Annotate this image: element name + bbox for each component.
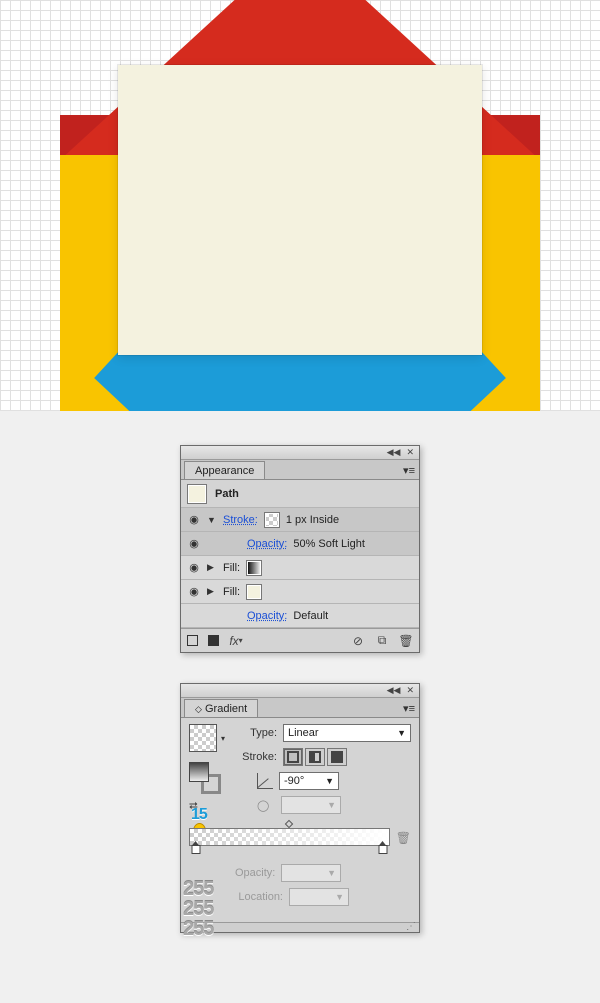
stop-opacity-input: ▼ — [281, 864, 341, 882]
new-fill-icon[interactable] — [208, 635, 219, 646]
appearance-panel: ◀◀ ✕ Appearance ▾≡ Path ◉ ▼ Stroke: 1 px… — [180, 445, 420, 653]
stroke-mode-across[interactable] — [327, 748, 347, 766]
panel-tabs: Appearance ▾≡ — [181, 460, 419, 480]
close-icon[interactable]: ✕ — [406, 685, 414, 696]
duplicate-icon[interactable]: ⧉ — [375, 634, 389, 648]
annotation-opacity-15: 15 — [191, 806, 207, 824]
tab-gradient[interactable]: ◇ Gradient — [184, 699, 258, 717]
target-name: Path — [215, 488, 239, 500]
fill-label: Fill: — [223, 562, 240, 574]
default-opacity-row[interactable]: Opacity: Default — [181, 604, 419, 628]
gradient-slider[interactable] — [189, 828, 390, 846]
stroke-label: Stroke: — [237, 751, 277, 763]
add-effect-icon[interactable]: fx▾ — [229, 634, 243, 648]
gradient-body: ▾ ⮂ Type: Linear▼ — [181, 718, 419, 922]
disclosure-icon[interactable]: ▶ — [207, 562, 217, 573]
collapse-icon[interactable]: ◀◀ — [387, 685, 401, 696]
stroke-gradient-mode — [283, 748, 347, 766]
close-icon[interactable]: ✕ — [406, 447, 414, 458]
stop-location-label: Location: — [235, 891, 283, 903]
visibility-icon[interactable]: ◉ — [187, 585, 201, 598]
gradient-stop-right[interactable] — [378, 845, 387, 854]
fill-row-2[interactable]: ◉ ▶ Fill: — [181, 580, 419, 604]
opacity-value: 50% Soft Light — [293, 538, 365, 550]
panel-topbar: ◀◀ ✕ — [181, 446, 419, 460]
fill-label: Fill: — [223, 586, 240, 598]
angle-input[interactable]: -90°▼ — [279, 772, 339, 790]
gradient-preview[interactable]: ▾ — [189, 724, 217, 752]
appearance-footer: fx▾ ⊘ ⧉ 🗑 — [181, 628, 419, 652]
stroke-mode-along[interactable] — [305, 748, 325, 766]
panel-topbar: ◀◀ ✕ — [181, 684, 419, 698]
opacity-link[interactable]: Opacity: — [247, 610, 287, 622]
collapse-icon[interactable]: ◀◀ — [387, 447, 401, 458]
stroke-swatch[interactable] — [264, 512, 280, 528]
clear-appearance-icon[interactable]: ⊘ — [351, 634, 365, 648]
type-label: Type: — [237, 727, 277, 739]
resize-grip-icon[interactable]: ⋰ — [181, 922, 419, 932]
panel-tabs: ◇ Gradient ▾≡ — [181, 698, 419, 718]
panels-area: ◀◀ ✕ Appearance ▾≡ Path ◉ ▼ Stroke: 1 px… — [0, 411, 600, 1003]
panel-menu-icon[interactable]: ▾≡ — [403, 702, 415, 717]
stop-opacity-label: Opacity: — [235, 867, 275, 879]
aspect-ratio-icon: ◯ — [257, 799, 275, 812]
stop-location-input: ▼ — [289, 888, 349, 906]
new-stroke-icon[interactable] — [187, 635, 198, 646]
panel-menu-icon[interactable]: ▾≡ — [403, 464, 415, 479]
gradient-midpoint[interactable] — [285, 820, 293, 828]
appearance-target-row: Path — [181, 480, 419, 508]
visibility-icon[interactable]: ◉ — [187, 513, 201, 526]
appearance-body: Path ◉ ▼ Stroke: 1 px Inside ◉ Opacity: … — [181, 480, 419, 652]
stroke-value: 1 px Inside — [286, 514, 339, 526]
stroke-opacity-row[interactable]: ◉ Opacity: 50% Soft Light — [181, 532, 419, 556]
delete-stop-icon[interactable]: 🗑 — [396, 831, 411, 845]
fill-swatch-gradient[interactable] — [246, 560, 262, 576]
type-select[interactable]: Linear▼ — [283, 724, 411, 742]
fill-swatch-solid[interactable] — [246, 584, 262, 600]
stroke-link[interactable]: Stroke: — [223, 514, 258, 526]
angle-icon — [257, 773, 273, 789]
tab-appearance[interactable]: Appearance — [184, 461, 265, 479]
opacity-link[interactable]: Opacity: — [247, 538, 287, 550]
target-thumbnail[interactable] — [187, 484, 207, 504]
artboard-canvas — [0, 0, 600, 411]
visibility-icon[interactable]: ◉ — [187, 561, 201, 574]
fill-row-1[interactable]: ◉ ▶ Fill: — [181, 556, 419, 580]
delete-icon[interactable]: 🗑 — [399, 634, 413, 648]
gradient-stop-left[interactable] — [191, 845, 200, 854]
gradient-panel: ◀◀ ✕ ◇ Gradient ▾≡ ▾ ⮂ — [180, 683, 420, 933]
stroke-mode-within[interactable] — [283, 748, 303, 766]
stroke-row[interactable]: ◉ ▼ Stroke: 1 px Inside — [181, 508, 419, 532]
envelope-illustration — [60, 0, 540, 411]
preset-dropdown-icon[interactable]: ▾ — [221, 734, 225, 743]
visibility-icon[interactable]: ◉ — [187, 537, 201, 550]
annotation-255-b: 255 — [183, 918, 213, 941]
fill-stroke-proxy[interactable] — [189, 762, 221, 794]
opacity-value: Default — [293, 610, 328, 622]
disclosure-icon[interactable]: ▶ — [207, 586, 217, 597]
aspect-input: ▼ — [281, 796, 341, 814]
disclosure-icon[interactable]: ▼ — [207, 515, 217, 525]
fill-proxy[interactable] — [189, 762, 209, 782]
letter-paper — [118, 65, 482, 355]
